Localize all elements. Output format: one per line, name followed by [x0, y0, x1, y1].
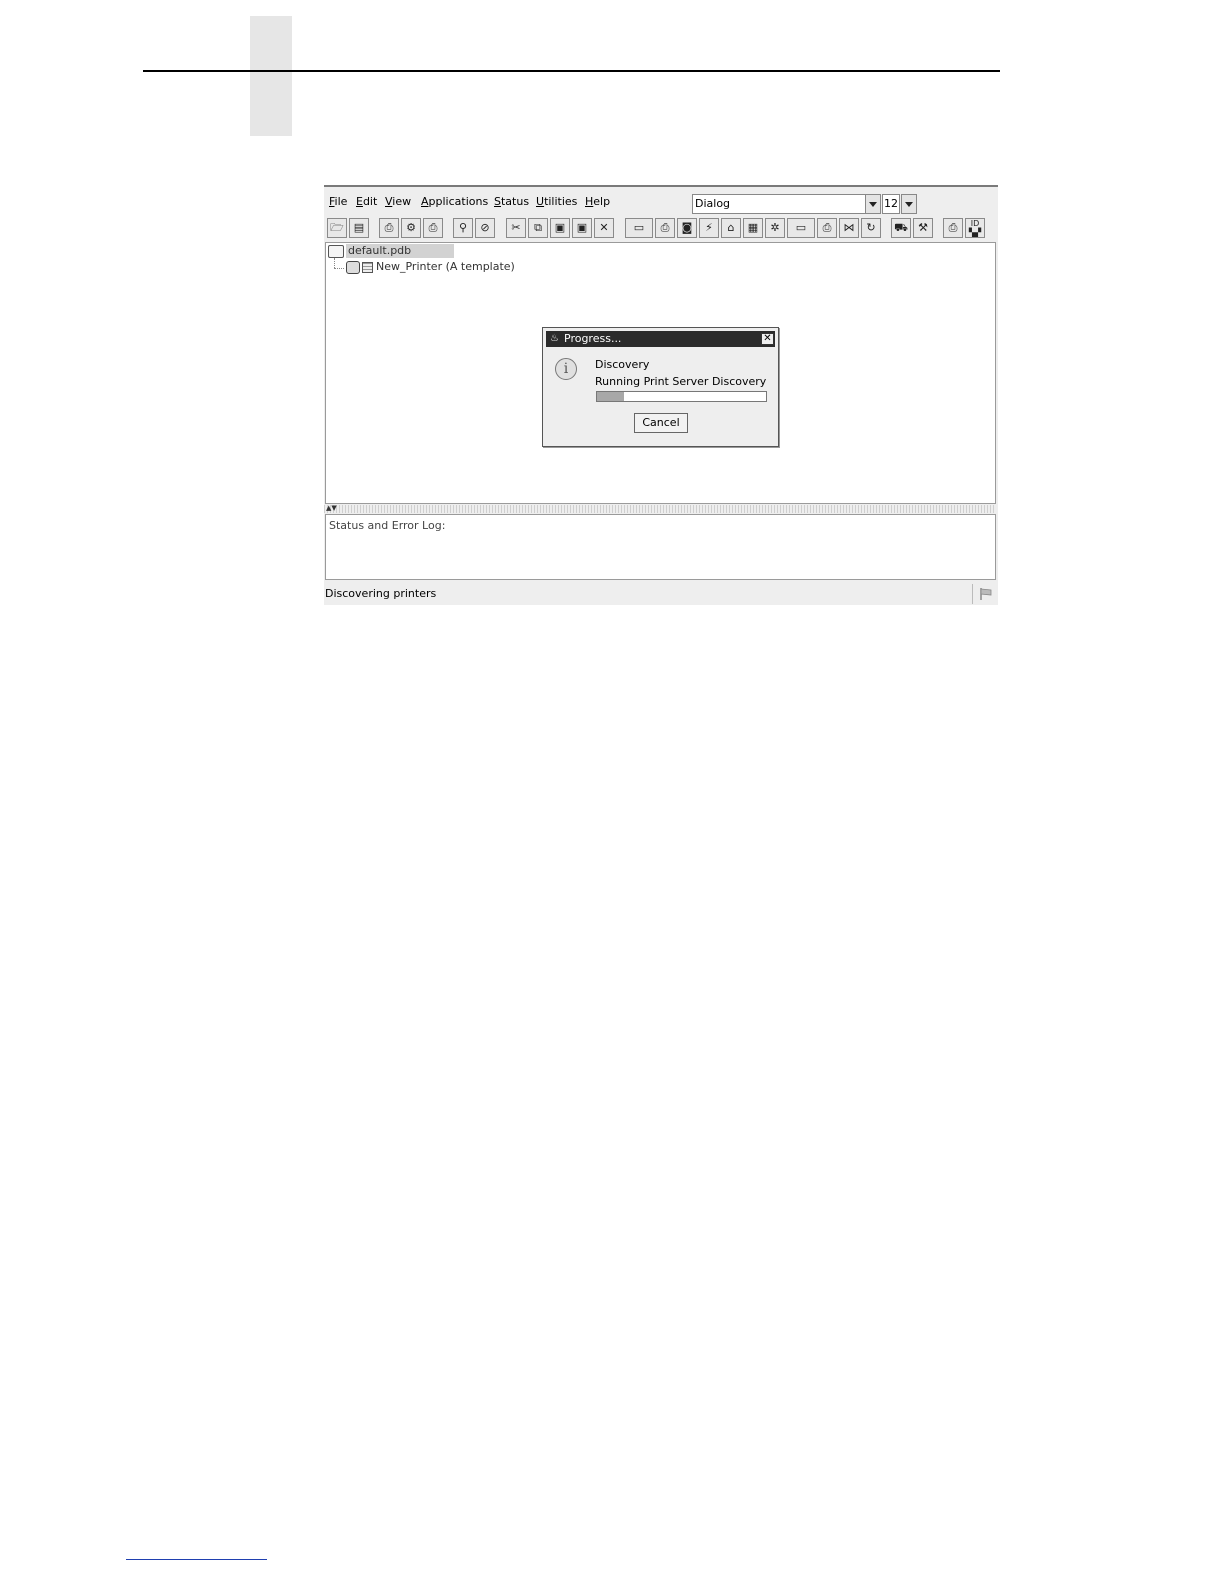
- menu-help[interactable]: Help: [585, 195, 610, 208]
- menu-view[interactable]: View: [385, 195, 411, 208]
- splitter-arrows-icon[interactable]: ▲▼: [326, 504, 337, 512]
- status-separator: [972, 584, 973, 604]
- menu-view-label: iew: [392, 195, 412, 208]
- find-icon[interactable]: ⚲: [453, 218, 473, 238]
- id-icon[interactable]: ID ▚▞: [965, 218, 985, 238]
- tree-connector: [334, 268, 344, 269]
- tree-root-label: default.pdb: [346, 244, 454, 258]
- copy-icon[interactable]: ⧉: [528, 218, 548, 238]
- keyboard-icon[interactable]: ▭: [625, 218, 653, 238]
- printer-dark-icon[interactable]: ◙: [677, 218, 697, 238]
- menu-utilities-mnemonic: U: [536, 195, 545, 208]
- progress-dialog: ♨ Progress... ✕ i Discovery Running Prin…: [542, 327, 779, 447]
- panel-icon[interactable]: ▭: [787, 218, 815, 238]
- menu-utilities[interactable]: Utilities: [536, 195, 577, 208]
- menu-applications-mnemonic: A: [421, 195, 429, 208]
- folder-icon: [328, 245, 344, 258]
- font-family-dropdown-button[interactable]: [865, 194, 881, 214]
- page-side-tab: [250, 16, 292, 136]
- menu-file-label: ile: [334, 195, 348, 208]
- menu-status-label: tatus: [500, 195, 530, 208]
- status-text: Discovering printers: [325, 587, 437, 600]
- progress-bar-fill: [597, 392, 625, 401]
- paste-icon[interactable]: ▣: [550, 218, 570, 238]
- font-family-select[interactable]: Dialog: [692, 194, 880, 214]
- cancel-button[interactable]: Cancel: [634, 413, 688, 433]
- menu-file[interactable]: File: [329, 195, 347, 208]
- dialog-title: Progress...: [564, 332, 622, 345]
- menu-help-label: elp: [593, 195, 611, 208]
- menu-applications[interactable]: Applications: [421, 195, 488, 208]
- menu-applications-label: pplications: [428, 195, 489, 208]
- dialog-title-bar[interactable]: ♨ Progress... ✕: [546, 331, 775, 347]
- menu-edit-mnemonic: E: [356, 195, 363, 208]
- menu-status-mnemonic: S: [494, 195, 501, 208]
- home-printer-icon[interactable]: ⌂: [721, 218, 741, 238]
- info-icon: i: [555, 358, 577, 380]
- menu-bar: File Edit View Applications Status Utili…: [324, 189, 996, 216]
- printer-status-icon[interactable]: ⎙: [655, 218, 675, 238]
- menu-utilities-label: tilities: [544, 195, 578, 208]
- menu-status[interactable]: Status: [494, 195, 529, 208]
- delete-icon[interactable]: ✕: [594, 218, 614, 238]
- merge-icon[interactable]: ⋈: [839, 218, 859, 238]
- monitor-icon[interactable]: ▦: [743, 218, 763, 238]
- page-header-rule: [143, 70, 1000, 72]
- settings-icon[interactable]: ✲: [765, 218, 785, 238]
- printer-config-icon[interactable]: ⎙: [423, 218, 443, 238]
- tools-icon[interactable]: ⚒: [913, 218, 933, 238]
- cut-icon[interactable]: ✂: [506, 218, 526, 238]
- open-folder-icon[interactable]: 🗁: [327, 218, 347, 238]
- menu-edit-label: dit: [362, 195, 378, 208]
- toolbar: 🗁 ▤ ⎙ ⚙ ⎙ ⚲ ⊘ ✂ ⧉ ▣ ▣ ✕ ▭ ⎙ ◙ ⚡ ⌂ ▦ ✲ ▭ …: [324, 217, 996, 241]
- printer-lock-icon[interactable]: ⎙: [943, 218, 963, 238]
- dialog-heading: Discovery: [595, 358, 650, 371]
- page-footer-rule: [126, 1559, 267, 1560]
- dialog-message: Running Print Server Discovery: [595, 375, 767, 388]
- log-label: Status and Error Log:: [329, 519, 446, 532]
- stop-icon[interactable]: ⊘: [475, 218, 495, 238]
- printer-queue-icon[interactable]: ⎙: [817, 218, 837, 238]
- printer-wizard-icon[interactable]: ⚙: [401, 218, 421, 238]
- tree-connector: [334, 258, 335, 268]
- cart-icon[interactable]: ⛟: [891, 218, 911, 238]
- save-icon[interactable]: ▤: [349, 218, 369, 238]
- status-error-log: Status and Error Log:: [325, 514, 996, 580]
- tree-item-label: New_Printer (A template): [376, 260, 515, 273]
- pane-splitter[interactable]: ▲▼: [324, 504, 996, 513]
- status-bar: Discovering printers: [324, 583, 996, 605]
- close-icon[interactable]: ✕: [761, 333, 774, 345]
- font-size-dropdown-button[interactable]: [901, 194, 917, 214]
- progress-bar: [596, 391, 767, 402]
- template-icon: [362, 262, 373, 273]
- refresh-icon[interactable]: ↻: [861, 218, 881, 238]
- java-cup-icon: ♨: [550, 333, 559, 344]
- font-size-select[interactable]: 12: [882, 194, 900, 214]
- menu-edit[interactable]: Edit: [356, 195, 377, 208]
- flag-icon: [980, 588, 992, 600]
- network-icon[interactable]: ⚡: [699, 218, 719, 238]
- printer-icon: [346, 261, 360, 274]
- new-printer-icon[interactable]: ⎙: [379, 218, 399, 238]
- paste-special-icon[interactable]: ▣: [572, 218, 592, 238]
